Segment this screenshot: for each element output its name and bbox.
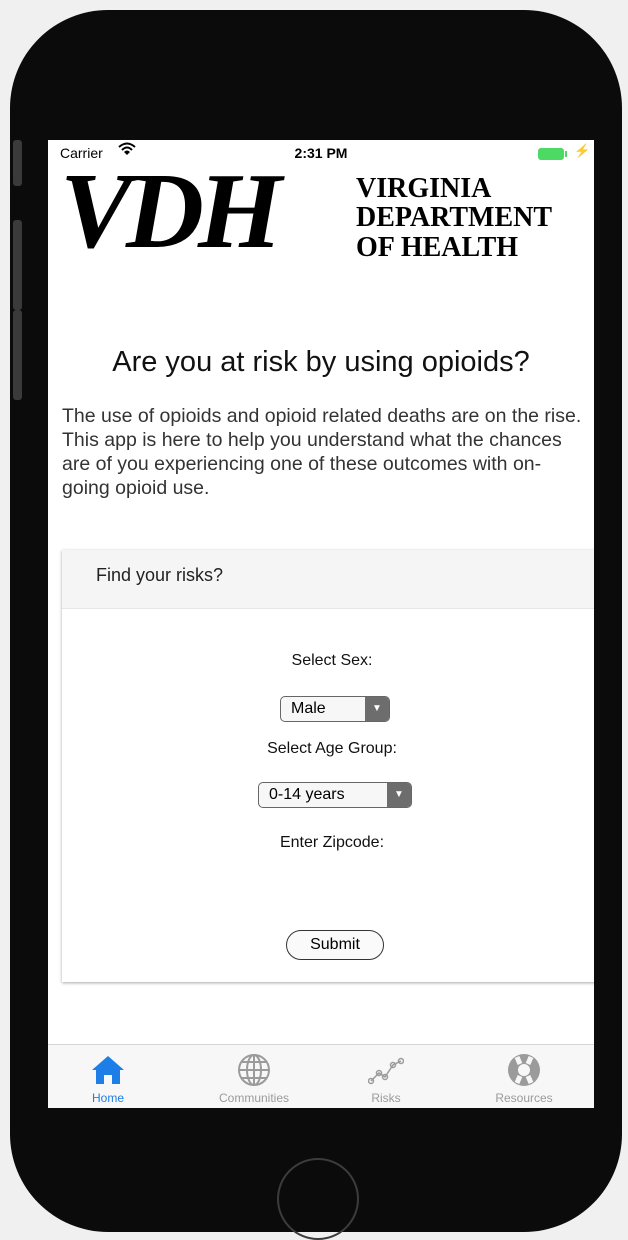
submit-button[interactable]: Submit [286,930,384,960]
tab-home[interactable]: Home [48,1045,168,1108]
risk-form-card: Find your risks? Select Sex: Male ▼ Sele… [62,550,594,982]
vdh-logo: VDH VIRGINIA DEPARTMENT OF HEALTH [60,158,590,268]
app-screen: Carrier 2:31 PM ⚡ VDH VIRGINIA DEPARTMEN… [48,140,594,1108]
tab-communities[interactable]: Communities [194,1045,314,1108]
battery-icon [538,148,564,160]
age-group-select[interactable]: 0-14 years ▼ [258,782,412,808]
chevron-down-icon: ▼ [387,783,411,807]
tab-bar: Home Communities Risks Resources [48,1044,594,1108]
logo-line-1: VIRGINIA [356,173,492,204]
zipcode-label: Enter Zipcode: [279,834,385,851]
tab-risks[interactable]: Risks [326,1045,446,1108]
life-ring-icon [508,1054,540,1086]
tab-home-label: Home [91,1091,124,1105]
form-title: Find your risks? [62,550,594,609]
sex-select[interactable]: Male ▼ [280,696,390,722]
mute-switch [13,140,22,186]
page-title: Are you at risk by using opioids? [112,346,530,378]
tab-resources-label: Resources [495,1091,553,1105]
tab-risks-label: Risks [371,1091,401,1105]
age-group-label: Select Age Group: [267,740,397,757]
globe-icon [238,1054,270,1086]
volume-up-button [13,220,22,310]
volume-down-button [13,310,22,400]
chevron-down-icon: ▼ [365,697,389,721]
logo-line-2: DEPARTMENT [356,202,553,234]
vdh-logo-letters: VDH [60,152,282,271]
vdh-logo-text: VIRGINIA DEPARTMENT OF HEALTH [356,173,553,263]
battery-tip [565,151,567,157]
intro-paragraph: The use of opioids and opioid related de… [62,405,582,499]
tab-communities-label: Communities [218,1091,290,1105]
charging-bolt-icon: ⚡ [574,143,591,158]
line-chart-icon [368,1057,404,1085]
sex-select-value: Male [291,700,326,717]
home-icon [92,1056,124,1084]
sex-label: Select Sex: [291,652,373,669]
age-group-select-value: 0-14 years [269,786,345,803]
logo-line-3: OF HEALTH [356,231,519,263]
tab-resources[interactable]: Resources [464,1045,584,1108]
home-button[interactable] [277,1158,359,1240]
